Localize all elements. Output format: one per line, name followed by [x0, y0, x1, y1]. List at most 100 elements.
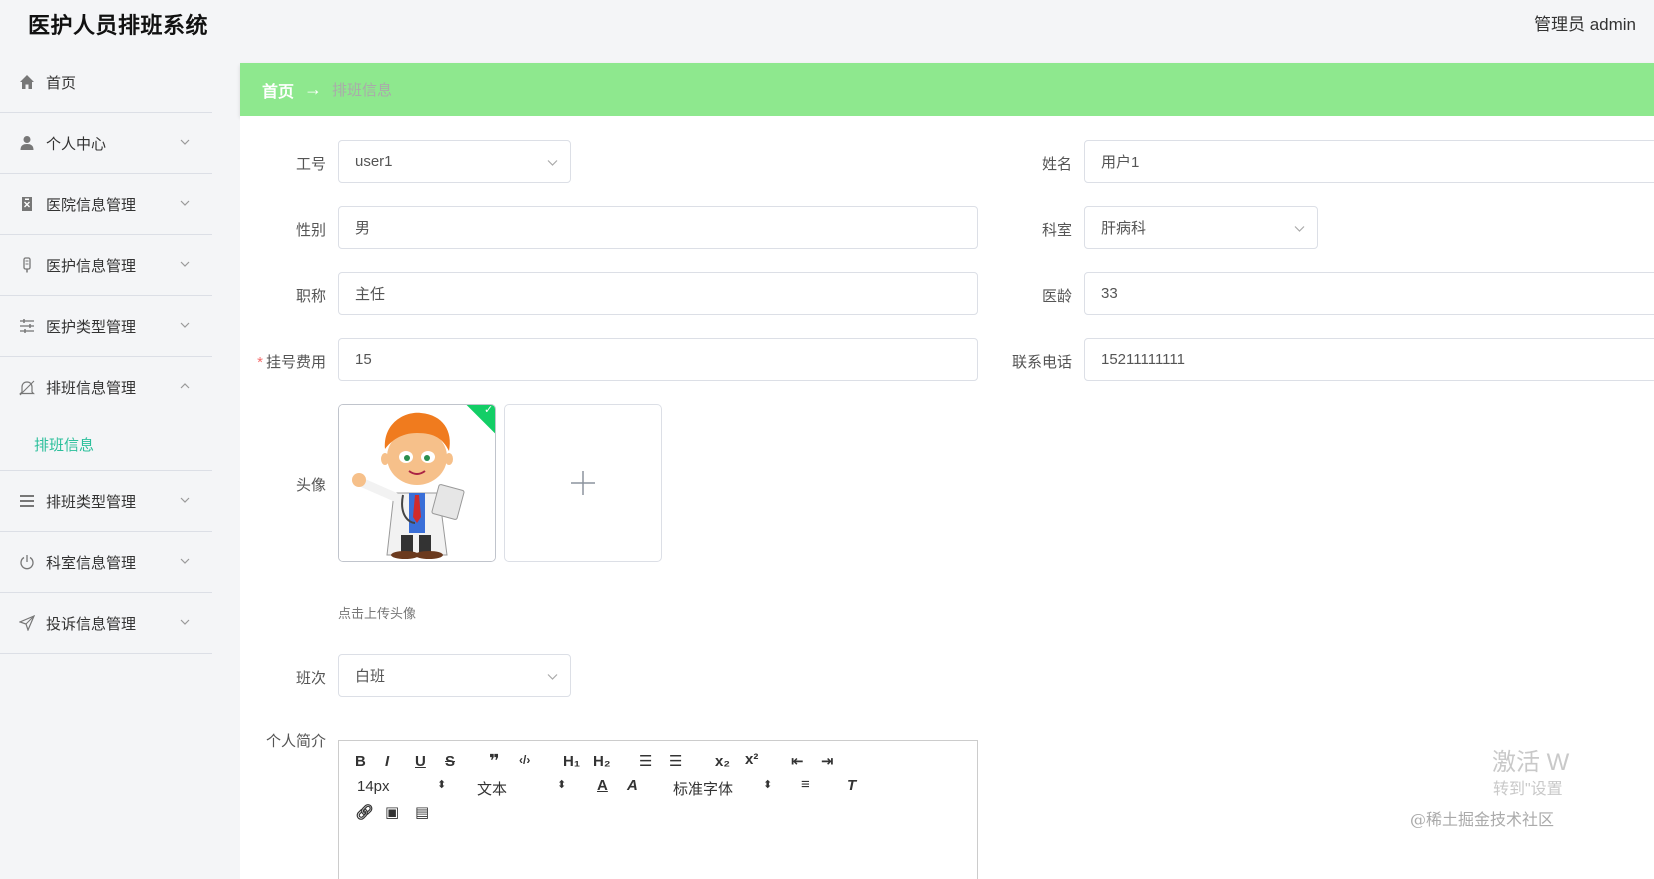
ordered-list-icon[interactable]: ☰ [639, 752, 652, 770]
gonghao-label: 工号 [295, 156, 326, 173]
sidebar-item-schedule[interactable]: 排班信息管理 [0, 357, 212, 418]
subscript-icon[interactable]: x₂ [715, 753, 730, 770]
activation-watermark-sub: 转到"设置 [1493, 781, 1563, 798]
sidebar-item-schedule-type[interactable]: 排班类型管理 [0, 471, 212, 532]
avatar-upload-button[interactable] [504, 404, 662, 562]
keshi-select[interactable]: 肝病科 [1084, 206, 1318, 249]
avatar-preview[interactable]: ✓ [338, 404, 496, 562]
dianhua-label: 联系电话 [1011, 354, 1072, 371]
sidebar-item-medical-type[interactable]: 医护类型管理 [0, 296, 212, 357]
clear-format-icon[interactable]: T [847, 777, 856, 794]
align-icon[interactable]: ≡ [801, 776, 810, 793]
background-color-icon[interactable]: A [627, 777, 638, 794]
h2-icon[interactable]: H₂ [593, 753, 611, 770]
font-size-select[interactable]: 14px [357, 778, 390, 795]
home-icon [18, 73, 36, 91]
app-title: 医护人员排班系统 [28, 13, 209, 38]
chevron-down-icon [180, 139, 190, 145]
sidebar-item-home[interactable]: 首页 [0, 52, 212, 113]
font-size-arrows-icon: ⬍ [437, 779, 447, 791]
plus-icon [571, 471, 595, 495]
activation-watermark: 激活 W [1492, 749, 1570, 776]
user-name: admin [1589, 15, 1636, 34]
font-family-select[interactable]: 标准字体 [673, 778, 733, 799]
required-mark: * [257, 354, 263, 371]
check-icon: ✓ [484, 404, 494, 416]
xingming-field[interactable]: 用户1 [1084, 140, 1654, 183]
banci-value: 白班 [355, 668, 386, 685]
keshi-value: 肝病科 [1101, 220, 1147, 237]
rich-text-editor[interactable]: B I U S ❞ ‹/› H₁ H₂ ☰ ☰ x₂ x² ⇤ ⇥ 14px ⬍… [338, 740, 978, 879]
sidebar-item-complaint[interactable]: 投诉信息管理 [0, 593, 212, 654]
font-family-arrows-icon: ⬍ [763, 779, 773, 791]
code-icon[interactable]: ‹/› [519, 753, 530, 767]
hospital-icon [18, 195, 36, 213]
guahao-value: 15 [355, 351, 372, 368]
sidebar-subitem-label: 排班信息 [34, 436, 95, 454]
sidebar-item-label: 医院信息管理 [46, 196, 137, 214]
guahao-label: * 挂号费用 [236, 351, 326, 372]
menu-icon [18, 492, 36, 510]
h1-icon[interactable]: H₁ [563, 753, 580, 770]
banci-label: 班次 [295, 670, 326, 687]
sidebar-item-label: 医护信息管理 [46, 257, 137, 275]
zhicheng-field[interactable]: 主任 [338, 272, 978, 315]
sidebar-item-personal-center[interactable]: 个人中心 [0, 113, 212, 174]
banci-select[interactable]: 白班 [338, 654, 571, 697]
image-icon[interactable]: ▣ [385, 803, 399, 821]
user-role: 管理员 [1533, 15, 1585, 34]
send-icon [18, 614, 36, 632]
strike-icon[interactable]: S [445, 753, 455, 770]
font-color-icon[interactable]: A [597, 777, 608, 794]
upload-hint: 点击上传头像 [338, 606, 417, 621]
yiling-field[interactable]: 33 [1084, 272, 1654, 315]
gonghao-select[interactable]: user1 [338, 140, 571, 183]
dianhua-field[interactable]: 15211111111 [1084, 338, 1654, 381]
italic-icon[interactable]: I [385, 753, 389, 770]
sidebar-item-label: 首页 [46, 74, 77, 92]
outdent-icon[interactable]: ⇤ [791, 752, 804, 770]
quote-icon[interactable]: ❞ [489, 751, 500, 772]
yiling-value: 33 [1101, 285, 1118, 302]
sidebar-item-label: 科室信息管理 [46, 554, 137, 572]
keshi-label: 科室 [1041, 222, 1072, 239]
sidebar-item-department[interactable]: 科室信息管理 [0, 532, 212, 593]
chevron-down-icon [547, 160, 558, 166]
sidebar-item-hospital[interactable]: 医院信息管理 [0, 174, 212, 235]
chevron-down-icon [547, 674, 558, 680]
text-style-arrows-icon: ⬍ [557, 779, 567, 791]
user-info[interactable]: 管理员 admin [1534, 10, 1636, 35]
zhicheng-label: 职称 [295, 288, 326, 305]
link-icon[interactable]: 🔗︎ [355, 803, 374, 821]
text-style-select[interactable]: 文本 [477, 778, 507, 799]
xingbie-label: 性别 [295, 222, 326, 239]
site-watermark: @稀土掘金技术社区 [1410, 810, 1555, 829]
sidebar-item-label: 排班类型管理 [46, 493, 137, 511]
sidebar-item-label: 排班信息管理 [46, 380, 137, 397]
superscript-icon[interactable]: x² [745, 751, 758, 768]
bell-icon [18, 379, 36, 397]
bold-icon[interactable]: B [355, 753, 366, 770]
breadcrumb-separator: → [304, 79, 323, 99]
guahao-label-text: 挂号费用 [265, 354, 326, 371]
doctor-avatar-image [339, 405, 495, 561]
xingbie-value: 男 [355, 220, 371, 237]
touxiang-label: 头像 [295, 477, 326, 494]
chevron-down-icon [180, 261, 190, 267]
breadcrumb-home[interactable]: 首页 [262, 78, 294, 102]
xingbie-field[interactable]: 男 [338, 206, 978, 249]
video-icon[interactable]: ▤ [415, 803, 429, 821]
xingming-label: 姓名 [1041, 156, 1072, 173]
chevron-down-icon [180, 619, 190, 625]
indent-icon[interactable]: ⇥ [821, 752, 834, 770]
gonghao-value: user1 [355, 153, 393, 170]
bullet-list-icon[interactable]: ☰ [669, 752, 682, 770]
underline-icon[interactable]: U [415, 753, 426, 770]
chevron-down-icon [180, 497, 190, 503]
sidebar-item-medical-staff[interactable]: 医护信息管理 [0, 235, 212, 296]
sidebar-subitem-schedule-info[interactable]: 排班信息 [0, 418, 212, 471]
guahao-field[interactable]: 15 [338, 338, 978, 381]
chevron-up-icon [180, 383, 190, 389]
chevron-down-icon [180, 322, 190, 328]
yiling-label: 医龄 [1041, 288, 1072, 305]
